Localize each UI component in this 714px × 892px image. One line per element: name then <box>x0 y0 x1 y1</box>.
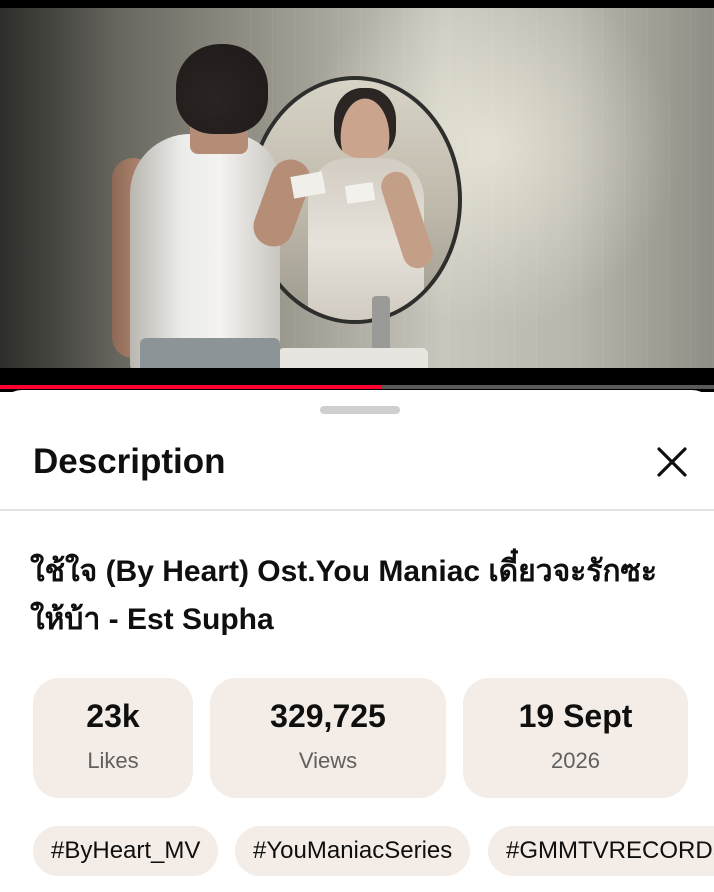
reflection-head <box>334 88 396 158</box>
stats-row: 23k Likes 329,725 Views 19 Sept 2026 <box>33 678 714 800</box>
hashtag-chip[interactable]: #YouManiacSeries <box>235 826 471 876</box>
video-frame[interactable] <box>0 8 714 368</box>
man-body <box>130 134 280 368</box>
views-stat: 329,725 Views <box>210 678 446 798</box>
likes-stat: 23k Likes <box>33 678 193 798</box>
drag-handle[interactable] <box>320 406 400 414</box>
divider <box>0 509 714 511</box>
reflection-card <box>344 182 376 204</box>
description-sheet: Description ใช้ใจ (By Heart) Ost.You Man… <box>0 390 714 892</box>
publish-date: 19 Sept <box>518 698 633 734</box>
video-title: ใช้ใจ (By Heart) Ost.You Maniac เดี๋ยวจะ… <box>30 555 658 636</box>
views-label: Views <box>298 748 358 773</box>
man-shorts <box>140 338 280 368</box>
views-count: 329,725 <box>270 698 386 734</box>
video-player[interactable] <box>0 0 714 392</box>
sheet-heading: Description <box>33 442 226 481</box>
likes-label: Likes <box>87 748 139 773</box>
close-button[interactable] <box>650 440 694 484</box>
likes-count: 23k <box>86 698 140 734</box>
date-stat: 19 Sept 2026 <box>463 678 688 798</box>
progress-fill <box>0 385 382 389</box>
close-icon <box>657 447 687 477</box>
hashtag-chip[interactable]: #GMMTVRECORDS <box>488 826 714 876</box>
progress-bar[interactable] <box>0 385 714 389</box>
hashtag-chip[interactable]: #ByHeart_MV <box>33 826 219 876</box>
publish-year: 2026 <box>551 748 600 773</box>
man-head <box>176 44 268 134</box>
sink <box>278 348 428 368</box>
shadow <box>0 8 120 368</box>
hashtag-row: #ByHeart_MV #YouManiacSeries #GMMTVRECOR… <box>33 826 714 876</box>
